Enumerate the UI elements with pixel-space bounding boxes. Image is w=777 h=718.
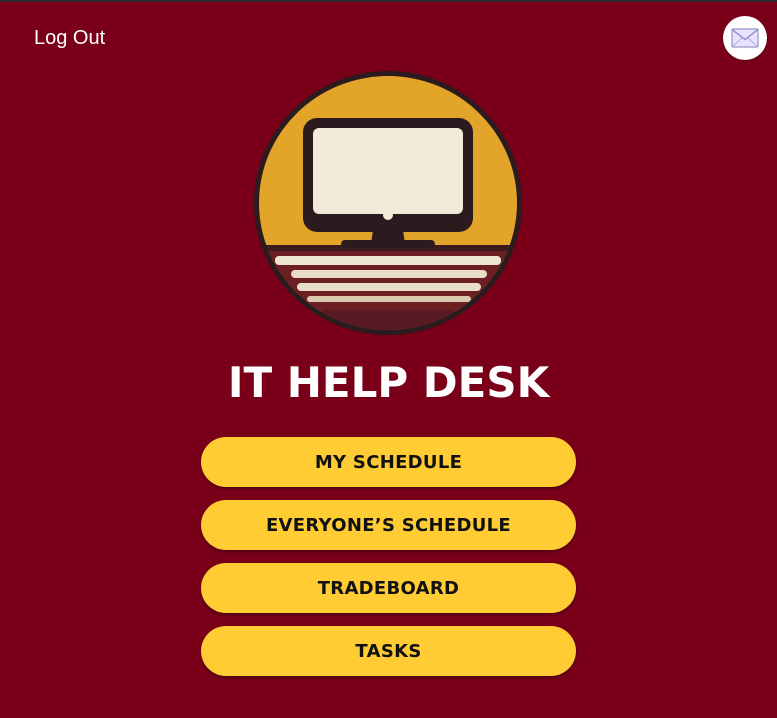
app-logo xyxy=(253,70,523,336)
logout-link[interactable]: Log Out xyxy=(34,25,105,51)
envelope-icon xyxy=(731,28,759,48)
app-title: IT HELP DESK xyxy=(227,358,550,407)
tasks-button[interactable]: TASKS xyxy=(201,626,576,676)
computer-monitor-icon xyxy=(254,71,522,335)
mail-button[interactable] xyxy=(723,16,767,60)
everyones-schedule-button[interactable]: EVERYONE’S SCHEDULE xyxy=(201,500,576,550)
tradeboard-button[interactable]: TRADEBOARD xyxy=(201,563,576,613)
window-top-border xyxy=(0,0,777,2)
main-menu: MY SCHEDULE EVERYONE’S SCHEDULE TRADEBOA… xyxy=(201,437,576,689)
my-schedule-button[interactable]: MY SCHEDULE xyxy=(201,437,576,487)
